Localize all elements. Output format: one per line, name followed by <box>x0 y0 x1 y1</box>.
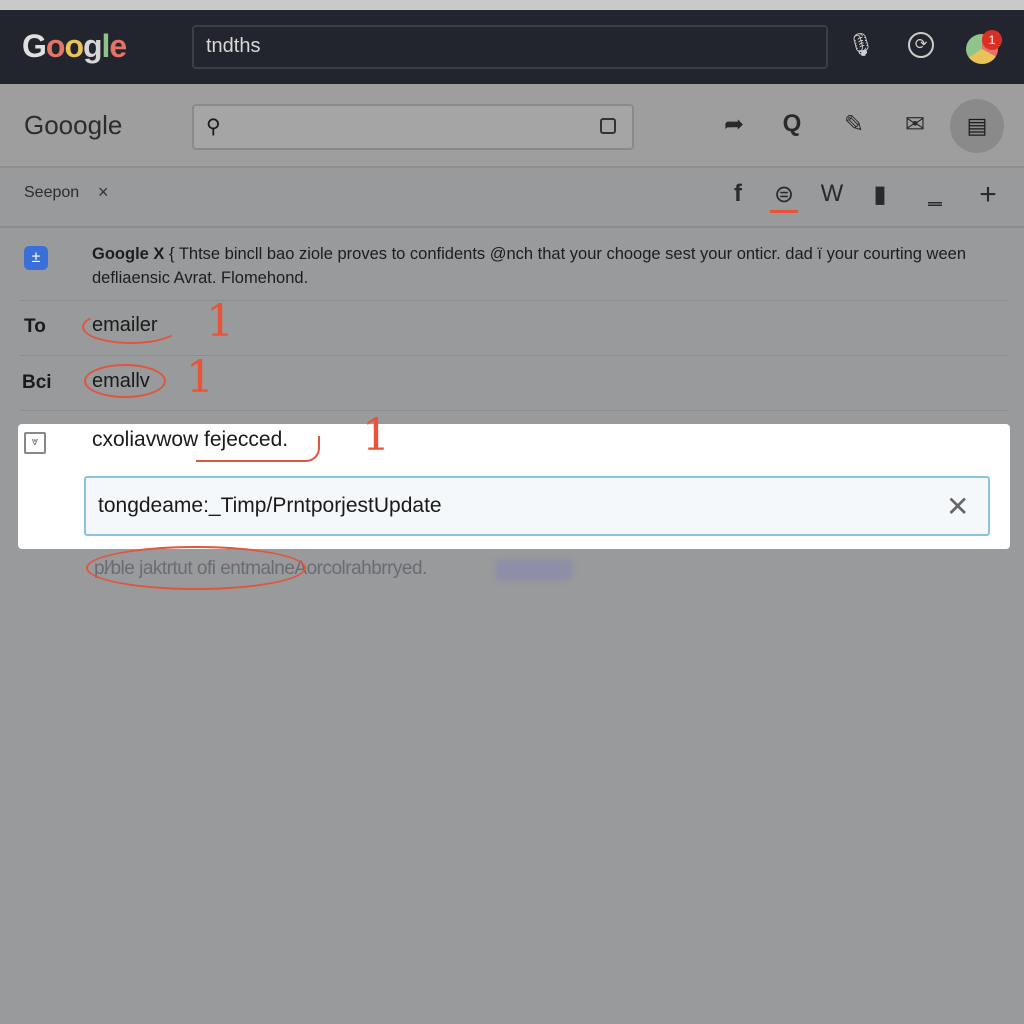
annotation-circle <box>82 310 180 344</box>
annotation-mark: 1 <box>206 296 234 347</box>
facebook-icon[interactable]: f <box>720 180 756 208</box>
microphone-icon[interactable]: 🎙︎ <box>846 32 876 58</box>
notice-text: Google X { Thtse bincll bao ziole proves… <box>92 242 992 290</box>
calendar-icon[interactable] <box>600 118 616 134</box>
add-icon[interactable]: + <box>970 178 1006 212</box>
notification-badge: 1 <box>982 30 1002 50</box>
tab-seepon[interactable]: Seepon <box>24 184 79 202</box>
toolbar-logo: Gooogle <box>24 110 123 140</box>
divider <box>20 300 1008 301</box>
mail-icon[interactable]: ✉ <box>897 110 933 139</box>
divider <box>20 410 1008 411</box>
annotation-mark: 1 <box>186 352 214 403</box>
info-icon: ± <box>24 246 48 270</box>
annotation-underline <box>196 436 320 462</box>
eraser-icon[interactable]: ✎ <box>836 110 872 139</box>
bcc-label: Bci <box>22 372 52 393</box>
toolbar-search-input[interactable] <box>192 104 634 150</box>
annotation-circle <box>86 546 306 590</box>
forward-icon[interactable]: ➦ <box>716 110 752 139</box>
search-icon: ⚲ <box>206 116 221 138</box>
inbox-icon: ⩔ <box>24 432 46 454</box>
divider <box>20 355 1008 356</box>
tab-close-icon[interactable]: × <box>98 182 109 203</box>
settings-icon[interactable]: ⟳ <box>908 32 934 58</box>
google-logo: Google <box>22 28 127 64</box>
clipboard-icon[interactable]: ▤ <box>950 99 1004 153</box>
word-icon[interactable]: W <box>814 180 850 208</box>
minimize-icon[interactable]: ‗ <box>917 180 953 208</box>
to-label: To <box>24 316 46 337</box>
window-top-strip <box>0 0 1024 10</box>
clear-icon[interactable]: ✕ <box>946 490 969 523</box>
notice-title: Google X <box>92 245 165 263</box>
active-tab-indicator <box>770 210 798 213</box>
document-icon[interactable]: ▮ <box>862 180 898 209</box>
globe-icon[interactable]: ⊜ <box>766 180 802 209</box>
attachment-path-input[interactable]: tongdeame:_Timp/PrntporjestUpdate <box>84 476 990 536</box>
annotation-circle <box>84 364 166 398</box>
attachment-path-value: tongdeame:_Timp/PrntporjestUpdate <box>98 494 442 517</box>
notice-body: { Thtse bincll bao ziole proves to confi… <box>92 245 967 287</box>
annotation-mark: 1 <box>362 410 390 461</box>
blurred-link[interactable] <box>496 560 572 580</box>
top-search-input[interactable]: tndths <box>192 25 828 69</box>
search-icon[interactable]: Q <box>774 110 810 138</box>
